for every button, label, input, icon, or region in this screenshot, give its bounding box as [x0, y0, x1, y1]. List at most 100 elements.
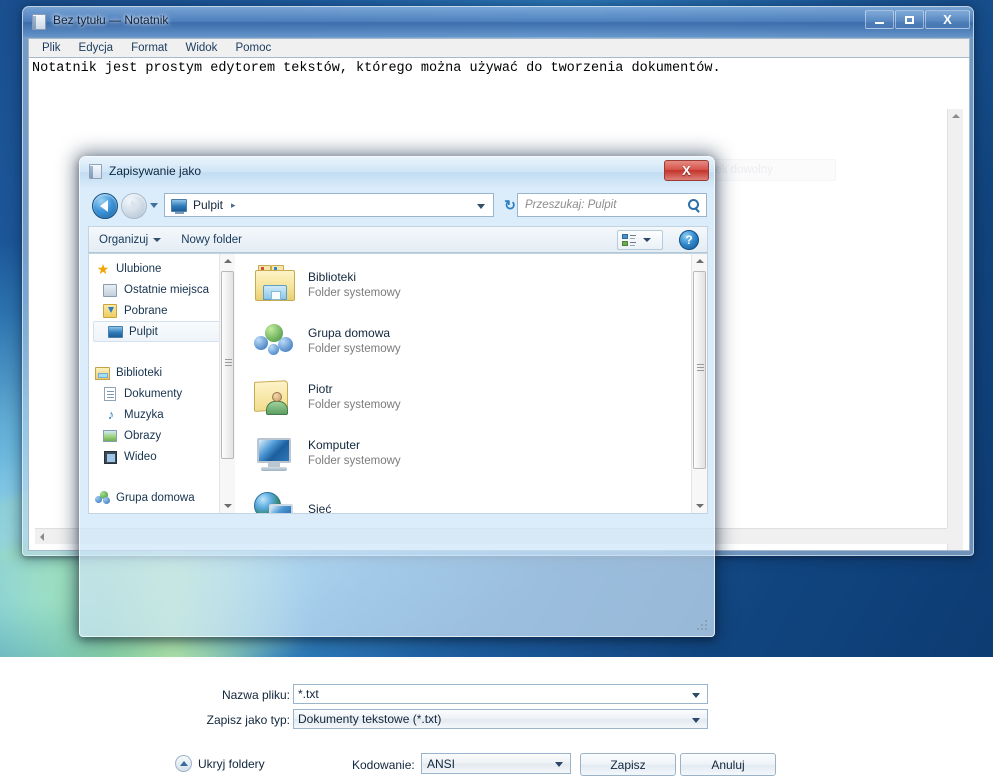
list-item[interactable]: Biblioteki Folder systemowy — [240, 257, 707, 313]
filename-input[interactable]: *.txt — [293, 684, 708, 704]
navigation-pane-scrollbar[interactable] — [219, 254, 235, 513]
maximize-button[interactable] — [895, 10, 924, 29]
list-item[interactable]: Komputer Folder systemowy — [240, 425, 707, 481]
scroll-up-icon[interactable] — [224, 259, 232, 263]
sidebar-item-label: Wideo — [124, 450, 157, 463]
menu-item-pomoc[interactable]: Pomoc — [226, 40, 280, 56]
menu-item-widok[interactable]: Widok — [176, 40, 226, 56]
help-button[interactable]: ? — [679, 230, 699, 250]
scroll-up-icon[interactable] — [952, 114, 960, 118]
back-button[interactable] — [92, 193, 118, 219]
chevron-down-icon — [643, 238, 651, 242]
filetype-label: Zapisz jako typ: — [206, 713, 290, 727]
scroll-down-icon[interactable] — [224, 504, 232, 508]
save-button[interactable]: Zapisz — [580, 753, 676, 776]
notepad-title: Bez tytułu — Notatnik — [53, 13, 169, 27]
sidebar-item-grupa-domowa[interactable]: Grupa domowa — [89, 487, 235, 508]
homegroup-icon — [95, 490, 111, 506]
encoding-select[interactable]: ANSI — [421, 753, 571, 774]
sidebar-item-dokumenty[interactable]: Dokumenty — [89, 383, 235, 404]
chevron-down-icon[interactable] — [555, 762, 563, 767]
sidebar-item-pobrane[interactable]: Pobrane — [89, 300, 235, 321]
menu-item-plik[interactable]: Plik — [33, 40, 70, 56]
scroll-left-icon[interactable] — [40, 533, 44, 541]
network-icon — [252, 488, 298, 513]
file-list-scrollbar[interactable] — [691, 254, 707, 513]
minimize-button[interactable] — [865, 10, 894, 29]
star-icon: ★ — [96, 260, 110, 277]
downloads-icon — [103, 303, 119, 319]
breadcrumb-current[interactable]: Pulpit — [193, 198, 223, 212]
user-folder-icon — [252, 376, 298, 418]
organize-button[interactable]: Organizuj — [89, 234, 171, 246]
close-icon: X — [943, 12, 952, 27]
video-icon — [103, 449, 119, 465]
forward-button[interactable] — [121, 193, 147, 219]
sidebar-item-label: Muzyka — [124, 408, 164, 421]
address-dropdown-icon[interactable] — [477, 204, 485, 209]
menu-item-edycja[interactable]: Edycja — [70, 40, 123, 56]
chevron-down-icon[interactable] — [692, 693, 700, 698]
scroll-up-icon[interactable] — [696, 259, 704, 263]
resize-grip-icon[interactable] — [697, 620, 709, 632]
dialog-close-button[interactable]: X — [664, 160, 709, 181]
address-bar[interactable]: Pulpit ▸ — [164, 193, 494, 217]
list-item[interactable]: Sieć — [240, 481, 707, 514]
notepad-window-controls: X — [864, 10, 970, 29]
sidebar-item-label: Ulubione — [116, 262, 162, 275]
documents-icon — [103, 386, 119, 402]
list-item-name: Sieć — [308, 502, 332, 514]
search-box[interactable]: Przeszukaj: Pulpit — [517, 193, 707, 217]
filename-label: Nazwa pliku: — [221, 688, 290, 702]
breadcrumb-separator-icon[interactable]: ▸ — [231, 200, 236, 211]
menu-item-format[interactable]: Format — [122, 40, 176, 56]
scrollbar-thumb[interactable] — [693, 271, 706, 469]
maximize-icon — [905, 15, 914, 24]
list-item[interactable]: Piotr Folder systemowy — [240, 369, 707, 425]
close-button[interactable]: X — [925, 10, 970, 29]
filename-value: *.txt — [298, 687, 319, 701]
encoding-value: ANSI — [427, 756, 456, 771]
list-item-name: Grupa domowa — [308, 326, 391, 340]
pictures-icon — [103, 428, 119, 444]
scroll-down-icon[interactable] — [696, 504, 704, 508]
sidebar-item-ostatnie-miejsca[interactable]: Ostatnie miejsca — [89, 279, 235, 300]
desktop-icon — [108, 324, 124, 340]
chevron-down-icon[interactable] — [692, 718, 700, 723]
sidebar-item-obrazy[interactable]: Obrazy — [89, 425, 235, 446]
chevron-down-icon — [153, 237, 162, 242]
sidebar-item-muzyka[interactable]: ♪ Muzyka — [89, 404, 235, 425]
scrollbar-grip-icon — [225, 362, 232, 363]
list-item-subtitle: Folder systemowy — [308, 287, 401, 299]
dialog-titlebar[interactable]: Zapisywanie jako X — [80, 157, 714, 187]
file-list-pane: Biblioteki Folder systemowy Grupa domowa… — [240, 253, 708, 514]
forward-arrow-icon — [131, 200, 139, 212]
list-item[interactable]: Grupa domowa Folder systemowy — [240, 313, 707, 369]
filetype-select[interactable]: Dokumenty tekstowe (*.txt) — [293, 709, 708, 729]
notepad-vertical-scrollbar[interactable] — [947, 109, 963, 550]
hide-folders-label: Ukryj foldery — [198, 756, 265, 771]
search-icon — [688, 199, 699, 210]
list-item-subtitle: Folder systemowy — [308, 399, 401, 411]
sidebar-item-label: Ostatnie miejsca — [124, 283, 210, 296]
recent-locations-dropdown-icon[interactable] — [150, 203, 158, 208]
sidebar-item-label: Pulpit — [129, 325, 158, 338]
sidebar-item-label: Grupa domowa — [116, 491, 195, 504]
libraries-icon — [95, 365, 111, 381]
notepad-titlebar[interactable]: Bez tytułu — Notatnik X — [23, 7, 973, 37]
scrollbar-thumb[interactable] — [221, 271, 234, 459]
hide-folders-toggle[interactable]: Ukryj foldery — [175, 755, 265, 772]
organize-label: Organizuj — [99, 233, 149, 246]
change-view-button[interactable] — [617, 230, 663, 250]
cancel-button[interactable]: Anuluj — [680, 753, 776, 776]
sidebar-item-ulubione[interactable]: ★ Ulubione — [89, 258, 235, 279]
new-folder-button[interactable]: Nowy folder — [171, 234, 252, 246]
sidebar-item-pulpit[interactable]: Pulpit — [93, 321, 231, 342]
search-input[interactable]: Przeszukaj: Pulpit — [525, 199, 616, 211]
sidebar-item-biblioteki[interactable]: Biblioteki — [89, 362, 235, 383]
music-icon: ♪ — [107, 406, 115, 422]
back-arrow-icon — [100, 200, 108, 212]
notepad-menubar: Plik Edycja Format Widok Pomoc — [28, 38, 970, 57]
computer-icon — [252, 432, 298, 474]
sidebar-item-wideo[interactable]: Wideo — [89, 446, 235, 467]
